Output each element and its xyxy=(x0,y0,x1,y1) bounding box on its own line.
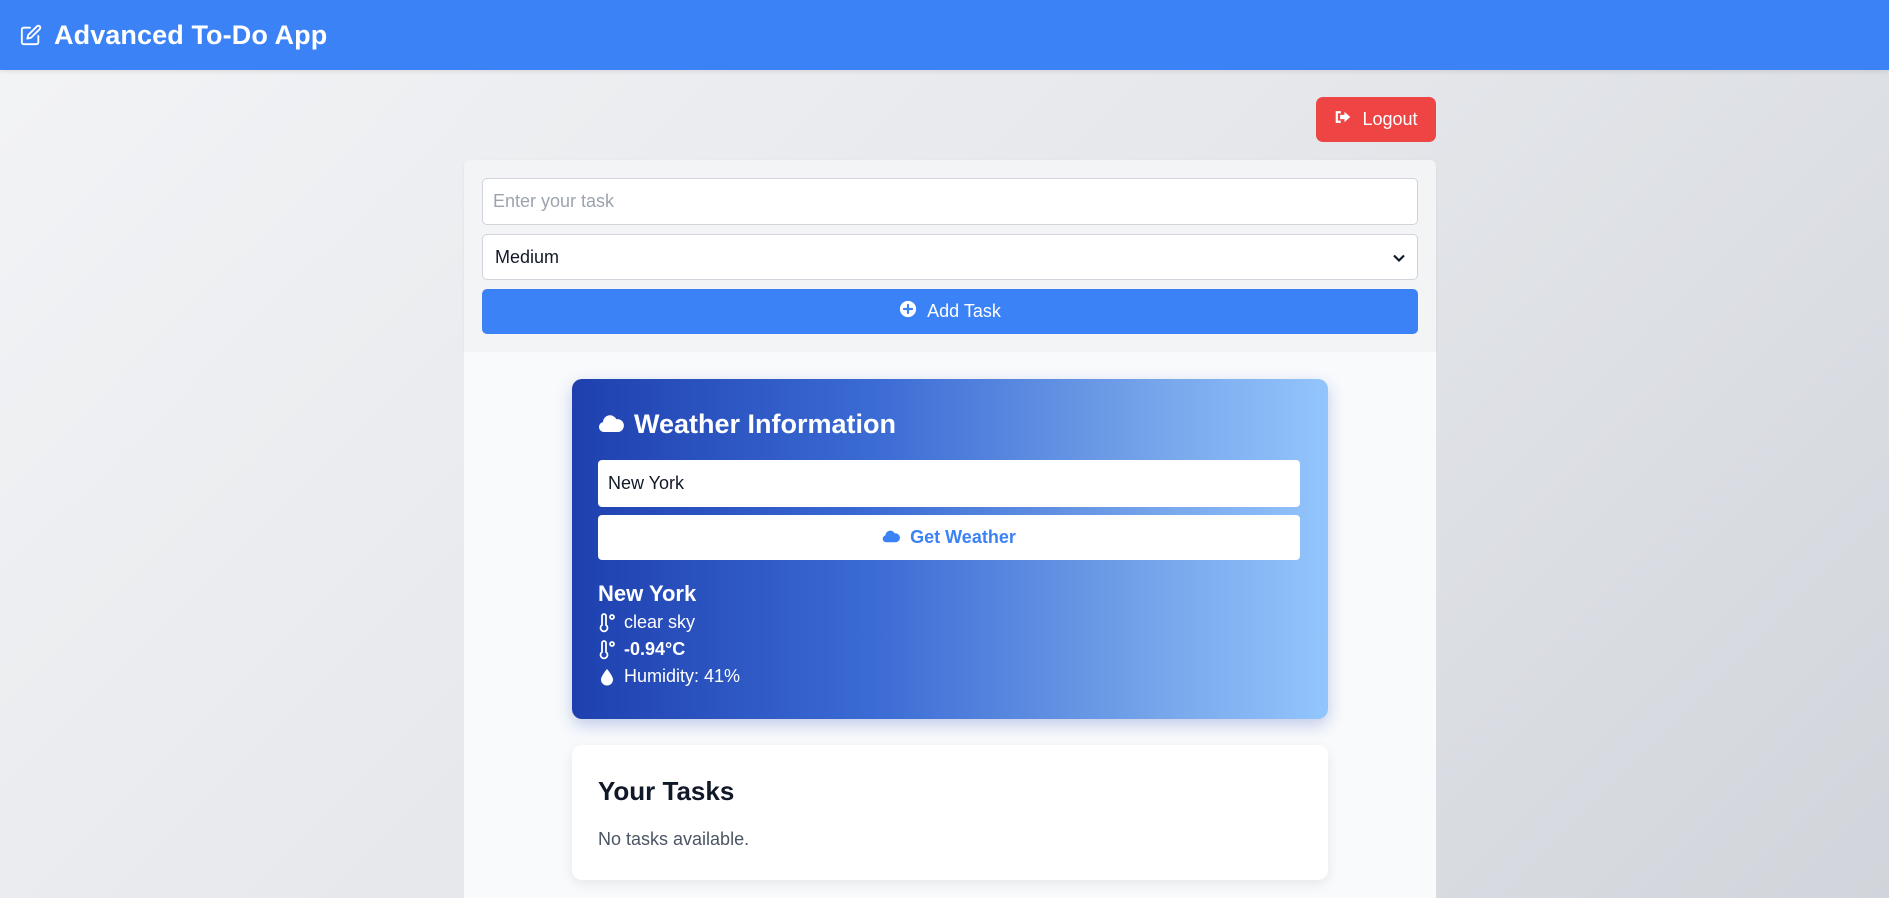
weather-humidity-row: Humidity: 41% xyxy=(598,666,740,687)
task-input[interactable] xyxy=(482,178,1418,225)
weather-description-row: clear sky xyxy=(598,612,695,633)
logout-button[interactable]: Logout xyxy=(1316,97,1436,142)
plus-circle-icon xyxy=(899,300,917,323)
weather-heading: Weather Information xyxy=(598,409,896,440)
task-form: Medium Add Task xyxy=(464,160,1436,352)
app-title[interactable]: Advanced To-Do App xyxy=(54,20,327,51)
weather-description: clear sky xyxy=(624,612,696,632)
logout-label: Logout xyxy=(1362,109,1418,129)
chevron-down-icon xyxy=(1393,247,1405,268)
get-weather-button[interactable]: Get Weather xyxy=(598,515,1300,560)
tasks-title: Your Tasks xyxy=(598,776,735,806)
weather-city: New York xyxy=(598,581,697,606)
thermometer-icon xyxy=(598,639,616,660)
city-input[interactable] xyxy=(598,460,1300,507)
weather-title: Weather Information xyxy=(634,409,897,439)
weather-temperature: -0.94°C xyxy=(624,639,686,659)
get-weather-label: Get Weather xyxy=(910,527,1016,547)
weather-card: Weather Information Get Weather New York… xyxy=(572,379,1328,719)
cloud-icon xyxy=(598,409,624,440)
priority-selected-value: Medium xyxy=(495,246,560,267)
add-task-button[interactable]: Add Task xyxy=(482,289,1418,334)
thermometer-icon xyxy=(598,612,616,633)
tasks-card: Your Tasks No tasks available. xyxy=(572,745,1328,880)
add-task-label: Add Task xyxy=(927,301,1001,321)
weather-temperature-row: -0.94°C xyxy=(598,639,685,660)
cloud-icon xyxy=(882,527,901,548)
sign-out-icon xyxy=(1334,109,1352,130)
navbar: Advanced To-Do App xyxy=(0,0,1889,70)
tasks-empty-message: No tasks available. xyxy=(598,829,750,849)
edit-icon xyxy=(20,23,44,47)
weather-humidity: Humidity: 41% xyxy=(624,666,741,686)
droplet-icon xyxy=(598,667,616,687)
priority-select[interactable]: Medium xyxy=(482,234,1418,280)
